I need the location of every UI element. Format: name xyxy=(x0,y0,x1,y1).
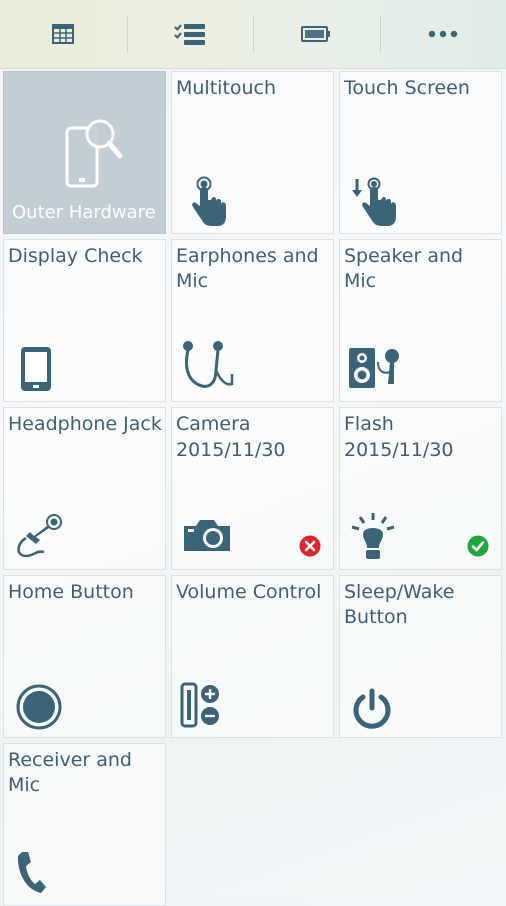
phone-magnifier-icon xyxy=(64,116,124,190)
tile-receiver-mic[interactable]: Receiver and Mic xyxy=(3,743,166,906)
test-date: 2015/11/30 xyxy=(176,438,286,463)
tile-volume-control[interactable]: Volume Control xyxy=(171,575,334,738)
tile-label: Earphones and Mic xyxy=(176,244,331,294)
tile-home-button[interactable]: Home Button xyxy=(3,575,166,738)
tile-headphone-jack[interactable]: Headphone Jack xyxy=(3,407,166,570)
earphones-icon xyxy=(180,340,236,394)
tile-label: Camera xyxy=(176,412,331,437)
report-tab[interactable] xyxy=(0,0,127,68)
audio-jack-icon xyxy=(14,512,64,560)
power-icon xyxy=(352,688,392,730)
table-icon xyxy=(52,24,74,44)
camera-icon xyxy=(182,518,232,552)
tile-earphones-mic[interactable]: Earphones and Mic xyxy=(171,239,334,402)
tile-label: Speaker and Mic xyxy=(344,244,499,294)
tile-label: Multitouch xyxy=(176,76,331,101)
test-date: 2015/11/30 xyxy=(344,438,454,463)
touch-down-hand-icon xyxy=(352,176,398,226)
more-dots-icon xyxy=(428,30,458,38)
tile-display-check[interactable]: Display Check xyxy=(3,239,166,402)
tile-camera[interactable]: Camera 2015/11/30 xyxy=(171,407,334,570)
fail-status-icon xyxy=(299,535,321,557)
tile-outer-hardware[interactable]: Outer Hardware xyxy=(3,71,166,234)
checklist-tab[interactable] xyxy=(127,0,254,68)
home-button-icon xyxy=(16,684,62,730)
tile-label: Volume Control xyxy=(176,580,331,605)
tile-flash[interactable]: Flash 2015/11/30 xyxy=(339,407,502,570)
tile-label: Display Check xyxy=(8,244,163,269)
checklist-icon xyxy=(174,23,206,45)
tile-label: Flash xyxy=(344,412,499,437)
tile-speaker-mic[interactable]: Speaker and Mic xyxy=(339,239,502,402)
tile-multitouch[interactable]: Multitouch xyxy=(171,71,334,234)
more-tab[interactable] xyxy=(380,0,506,68)
phone-handset-icon xyxy=(16,850,46,894)
tile-label: Headphone Jack xyxy=(8,412,163,437)
tile-label: Home Button xyxy=(8,580,163,605)
multitouch-hand-icon xyxy=(190,176,226,226)
speaker-mic-icon xyxy=(348,346,404,390)
tile-touch-screen[interactable]: Touch Screen xyxy=(339,71,502,234)
tile-sleep-wake[interactable]: Sleep/Wake Button xyxy=(339,575,502,738)
battery-tab[interactable] xyxy=(253,0,380,68)
tile-label: Touch Screen xyxy=(344,76,499,101)
flash-bulb-icon xyxy=(350,512,396,560)
volume-control-icon xyxy=(180,682,224,728)
top-toolbar xyxy=(0,0,506,69)
tile-label: Outer Hardware xyxy=(12,200,163,225)
battery-icon xyxy=(301,26,331,42)
tile-label: Sleep/Wake Button xyxy=(344,580,499,630)
smartphone-icon xyxy=(20,346,54,392)
tile-label: Receiver and Mic xyxy=(8,748,163,798)
pass-status-icon xyxy=(467,535,489,557)
